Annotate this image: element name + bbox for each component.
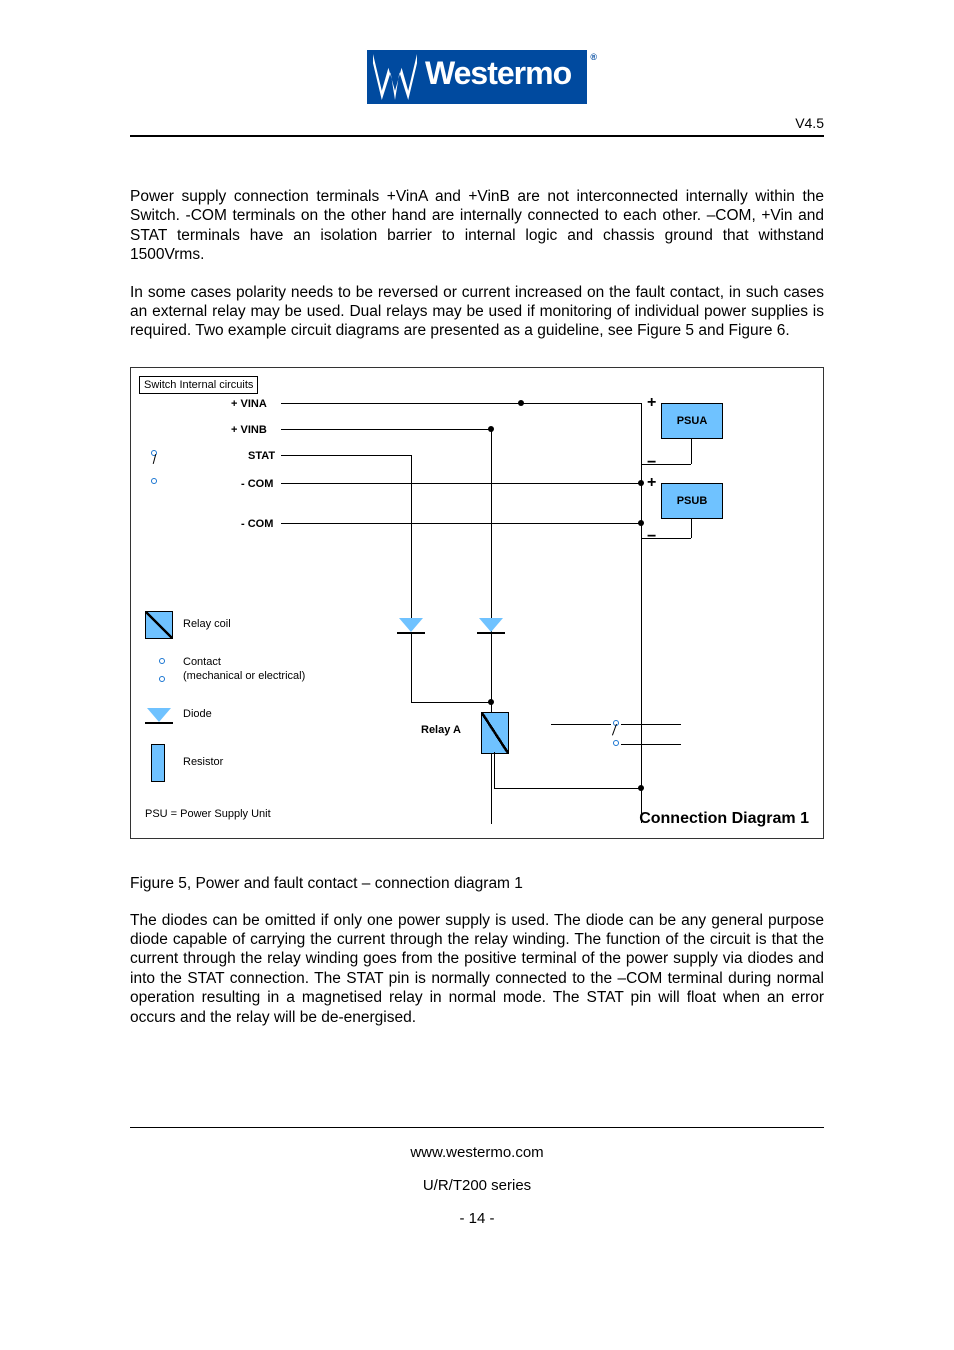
legend-contact: Contact: [183, 656, 221, 668]
paragraph-1: Power supply connection terminals +VinA …: [130, 187, 824, 265]
stat-contact-b: [151, 478, 157, 484]
terminal-com2: - COM: [241, 518, 273, 530]
terminal-stat: STAT: [248, 450, 275, 462]
psu-a-minus-icon: −: [647, 454, 656, 472]
connection-diagram-1: Switch Internal circuits + VINA + VINB S…: [130, 367, 824, 839]
legend-diode: Diode: [183, 708, 212, 720]
terminal-vina: + VINA: [231, 398, 267, 410]
figure-caption: Figure 5, Power and fault contact – conn…: [130, 875, 824, 893]
footer-series: U/R/T200 series: [130, 1169, 824, 1202]
brand-name: Westermo: [425, 55, 571, 92]
legend-resistor-icon: [151, 744, 165, 782]
psu-b-plus-icon: +: [647, 474, 656, 492]
relay-coil-icon: [481, 712, 509, 754]
legend-relay-coil: Relay coil: [183, 618, 231, 630]
psu-a-plus-icon: +: [647, 394, 656, 412]
version-label: V4.5: [130, 115, 824, 131]
header-logo: Westermo ®: [130, 50, 824, 109]
psu-b: PSUB: [661, 483, 723, 519]
diode-icon: [479, 618, 503, 632]
legend-contact-sub: (mechanical or electrical): [183, 670, 305, 682]
diagram-title: Connection Diagram 1: [639, 810, 809, 828]
switch-internal-circuits-label: Switch Internal circuits: [139, 376, 258, 394]
relay-contact-b: [613, 740, 619, 746]
terminal-vinb: + VINB: [231, 424, 267, 436]
legend-contact-icon-b: [159, 676, 165, 682]
paragraph-3: The diodes can be omitted if only one po…: [130, 911, 824, 1027]
psu-b-minus-icon: −: [647, 528, 656, 546]
paragraph-2: In some cases polarity needs to be rever…: [130, 283, 824, 341]
diode-icon: [399, 618, 423, 632]
legend-psu-note: PSU = Power Supply Unit: [145, 808, 271, 820]
legend-contact-icon-a: [159, 658, 165, 664]
legend-relay-coil-icon: [145, 611, 173, 639]
relay-a-label: Relay A: [421, 724, 461, 736]
footer-url: www.westermo.com: [130, 1136, 824, 1169]
footer-page: - 14 -: [130, 1202, 824, 1235]
psu-a: PSUA: [661, 403, 723, 439]
terminal-com1: - COM: [241, 478, 273, 490]
legend-resistor: Resistor: [183, 756, 223, 768]
footer-rule: [130, 1127, 824, 1128]
header-rule: [130, 135, 824, 137]
legend-diode-icon: [147, 708, 171, 722]
